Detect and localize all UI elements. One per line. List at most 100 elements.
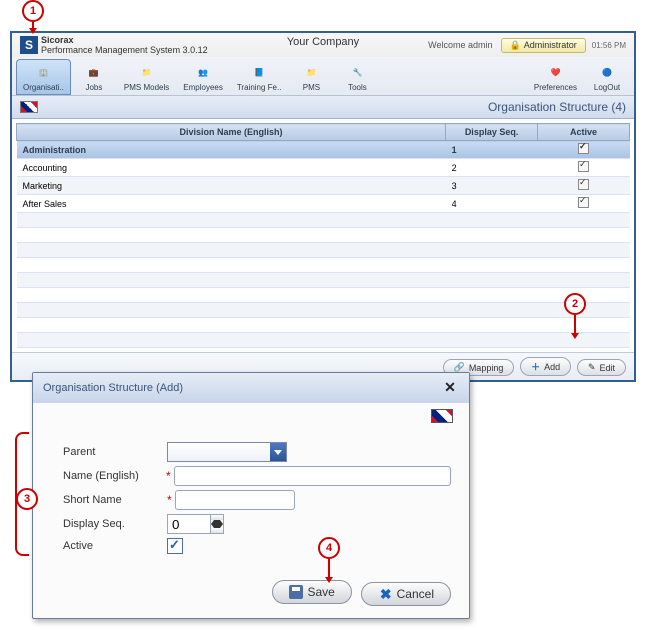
toolbar-employees[interactable]: 👥Employees	[176, 59, 230, 95]
table-row-empty	[17, 303, 630, 318]
toolbar-training[interactable]: 📘Training Fe..	[230, 59, 289, 95]
cell-seq: 4	[446, 195, 538, 213]
table-row-empty	[17, 243, 630, 258]
table-row-empty	[17, 228, 630, 243]
table-row[interactable]: Marketing3	[17, 177, 630, 195]
callout-2: 2	[564, 293, 586, 339]
display-seq-spinner[interactable]	[167, 514, 224, 534]
pane-title: Organisation Structure (4)	[38, 100, 626, 114]
callout-1-num: 1	[30, 5, 36, 17]
callout-4: 4	[318, 537, 340, 583]
building-icon: 🏢	[33, 62, 53, 82]
briefcase-icon: 💼	[84, 62, 104, 82]
callout-3-num: 3	[24, 493, 30, 505]
toolbar-organisation[interactable]: 🏢Organisati..	[16, 59, 71, 95]
division-table: Division Name (English) Display Seq. Act…	[16, 123, 630, 348]
shortname-field[interactable]	[175, 490, 295, 510]
table-row-empty	[17, 288, 630, 303]
save-icon	[289, 585, 303, 599]
button-label: Save	[308, 585, 335, 599]
cell-name: Marketing	[17, 177, 446, 195]
table-row-empty	[17, 273, 630, 288]
grid-wrap: Division Name (English) Display Seq. Act…	[12, 119, 634, 352]
button-label: Cancel	[397, 587, 434, 601]
wrench-icon: 🔧	[347, 62, 367, 82]
add-dialog: Organisation Structure (Add) ✕ Parent Na…	[32, 372, 470, 619]
callout-4-num: 4	[326, 542, 332, 554]
label-parent: Parent	[63, 446, 167, 458]
cell-name: Administration	[17, 141, 446, 159]
label-active: Active	[63, 540, 167, 552]
cell-name: After Sales	[17, 195, 446, 213]
plus-icon: ＋	[531, 360, 540, 373]
close-icon[interactable]: ✕	[441, 379, 459, 397]
cell-seq: 2	[446, 159, 538, 177]
active-checkbox[interactable]	[578, 197, 589, 208]
callout-1: 1	[22, 0, 44, 34]
table-row[interactable]: Administration1	[17, 141, 630, 159]
toolbar-label: Organisati..	[23, 83, 64, 92]
main-window: S Sicorax Performance Management System …	[10, 31, 636, 382]
toolbar-label: LogOut	[594, 83, 620, 92]
toolbar-label: Tools	[348, 83, 367, 92]
pane-header: Organisation Structure (4)	[12, 96, 634, 119]
active-checkbox[interactable]	[578, 143, 589, 154]
logout-icon: 🔵	[597, 62, 617, 82]
required-icon: *	[167, 493, 172, 507]
toolbar-pms[interactable]: 📁PMS	[288, 59, 334, 95]
cancel-button[interactable]: ✖ Cancel	[361, 582, 451, 606]
table-row[interactable]: Accounting2	[17, 159, 630, 177]
company-name: Your Company	[12, 36, 634, 48]
dialog-title: Organisation Structure (Add)	[43, 382, 441, 394]
folder-icon: 📁	[301, 62, 321, 82]
col-active[interactable]: Active	[538, 124, 630, 141]
uk-flag-icon[interactable]	[20, 101, 38, 113]
col-division-name[interactable]: Division Name (English)	[17, 124, 446, 141]
button-label: Edit	[599, 363, 615, 373]
add-button[interactable]: ＋Add	[520, 357, 571, 376]
toolbar-logout[interactable]: 🔵LogOut	[584, 59, 630, 95]
toolbar-preferences[interactable]: ❤️Preferences	[527, 59, 584, 95]
cell-name: Accounting	[17, 159, 446, 177]
button-label: Mapping	[469, 363, 504, 373]
toolbar-label: Employees	[183, 83, 223, 92]
table-row-empty	[17, 318, 630, 333]
required-icon: *	[166, 469, 171, 483]
active-checkbox[interactable]	[167, 538, 183, 554]
folder-icon: 📁	[137, 62, 157, 82]
title-bar: S Sicorax Performance Management System …	[12, 33, 634, 57]
label-seq: Display Seq.	[63, 518, 167, 530]
seq-field[interactable]	[167, 514, 211, 534]
heart-icon: ❤️	[545, 62, 565, 82]
toolbar-label: PMS	[303, 83, 320, 92]
table-row-empty	[17, 213, 630, 228]
dialog-button-bar: Save ✖ Cancel	[33, 572, 469, 618]
parent-select[interactable]	[167, 442, 287, 462]
edit-button[interactable]: ✎Edit	[577, 359, 626, 376]
callout-3: 3	[16, 488, 38, 510]
save-button[interactable]: Save	[272, 580, 352, 604]
toolbar-jobs[interactable]: 💼Jobs	[71, 59, 117, 95]
people-icon: 👥	[193, 62, 213, 82]
table-row[interactable]: After Sales4	[17, 195, 630, 213]
label-name: Name (English)	[63, 470, 166, 482]
toolbar-label: PMS Models	[124, 83, 169, 92]
pencil-icon: ✎	[588, 362, 596, 373]
toolbar-label: Preferences	[534, 83, 577, 92]
active-checkbox[interactable]	[578, 179, 589, 190]
toolbar-pms-models[interactable]: 📁PMS Models	[117, 59, 176, 95]
active-checkbox[interactable]	[578, 161, 589, 172]
name-field[interactable]	[174, 466, 451, 486]
cancel-icon: ✖	[378, 587, 392, 601]
dialog-form: Parent Name (English) * Short Name * Dis…	[33, 428, 469, 572]
toolbar-label: Training Fe..	[237, 83, 282, 92]
toolbar: 🏢Organisati.. 💼Jobs 📁PMS Models 👥Employe…	[12, 57, 634, 96]
spin-down-icon[interactable]	[211, 524, 223, 533]
dialog-title-bar: Organisation Structure (Add) ✕	[33, 373, 469, 403]
spin-up-icon[interactable]	[211, 515, 223, 524]
table-row-empty	[17, 333, 630, 348]
callout-2-num: 2	[572, 298, 578, 310]
col-display-seq[interactable]: Display Seq.	[446, 124, 538, 141]
toolbar-tools[interactable]: 🔧Tools	[334, 59, 380, 95]
uk-flag-icon[interactable]	[431, 409, 453, 423]
